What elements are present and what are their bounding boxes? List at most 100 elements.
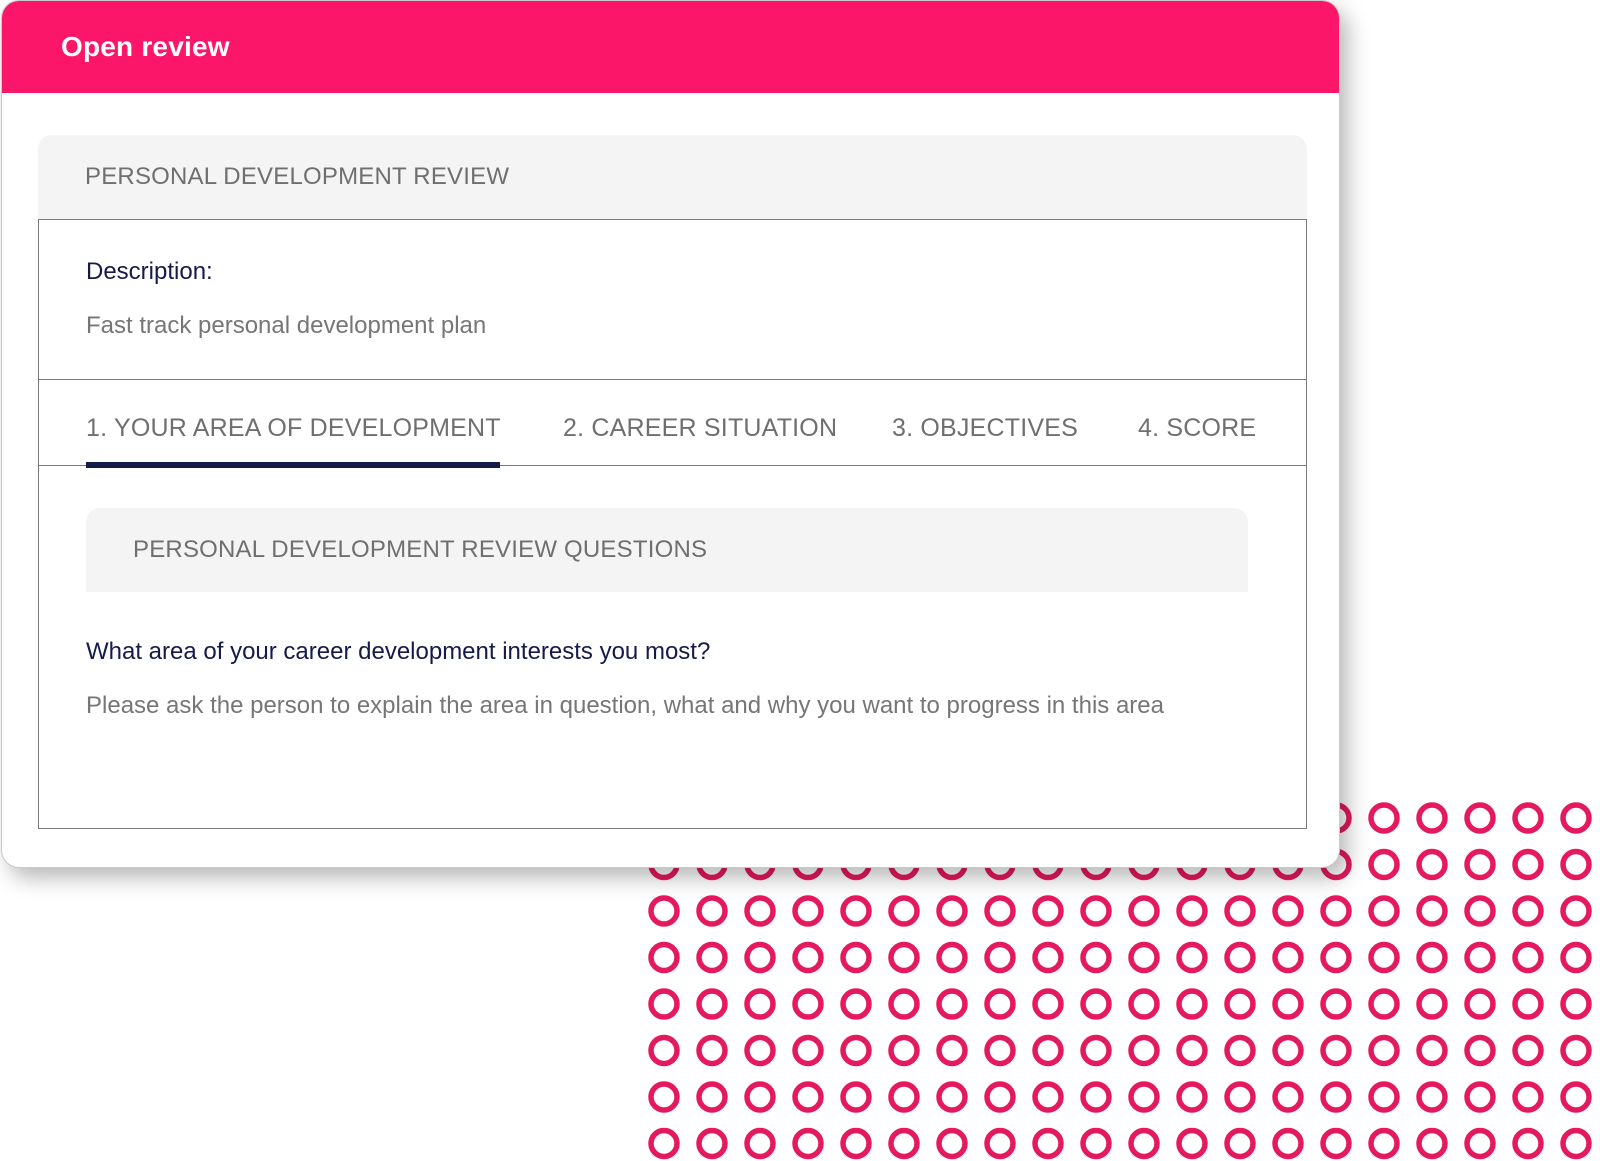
ring-icon	[1128, 895, 1160, 927]
ring-icon	[1416, 1081, 1448, 1113]
ring-icon	[1080, 1034, 1112, 1067]
ring-icon	[648, 1081, 680, 1113]
description-value: Fast track personal development plan	[86, 312, 487, 339]
ring-icon	[1464, 1127, 1496, 1160]
ring-icon	[1320, 1034, 1352, 1067]
tab-career-situation[interactable]: 2. CAREER SITUATION	[563, 414, 837, 443]
ring-icon	[744, 1034, 776, 1067]
ring-icon	[1560, 895, 1592, 927]
tab-score[interactable]: 4. SCORE	[1138, 414, 1256, 443]
ring-icon	[1224, 1034, 1256, 1067]
ring-icon	[1560, 802, 1592, 834]
ring-icon	[1272, 941, 1304, 974]
ring-icon	[1224, 1081, 1256, 1113]
open-review-window: Open review PERSONAL DEVELOPMENT REVIEW …	[1, 0, 1340, 868]
ring-icon	[888, 988, 920, 1020]
ring-icon	[1320, 941, 1352, 974]
ring-icon	[1560, 1081, 1592, 1113]
window-title: Open review	[61, 31, 230, 62]
ring-icon	[696, 895, 728, 927]
ring-icon	[1224, 941, 1256, 974]
review-panel-body: Description: Fast track personal develop…	[38, 219, 1307, 829]
ring-icon	[1512, 802, 1544, 834]
ring-icon	[1272, 895, 1304, 927]
ring-icon	[648, 988, 680, 1020]
review-tabs: 1. YOUR AREA OF DEVELOPMENT 2. CAREER SI…	[39, 380, 1306, 468]
ring-icon	[744, 988, 776, 1020]
ring-icon	[1224, 988, 1256, 1020]
ring-icon	[1032, 1081, 1064, 1113]
ring-icon	[792, 988, 824, 1020]
ring-icon	[792, 895, 824, 927]
ring-icon	[1560, 988, 1592, 1020]
review-panel: PERSONAL DEVELOPMENT REVIEW Description:…	[38, 135, 1307, 829]
ring-icon	[1512, 941, 1544, 974]
ring-icon	[696, 988, 728, 1020]
ring-icon	[1512, 1081, 1544, 1113]
ring-icon	[1080, 1127, 1112, 1160]
ring-icon	[1560, 848, 1592, 881]
ring-icon	[1512, 895, 1544, 927]
ring-icon	[888, 941, 920, 974]
ring-icon	[1560, 1127, 1592, 1160]
ring-icon	[1512, 1127, 1544, 1160]
ring-icon	[1416, 941, 1448, 974]
ring-icon	[648, 895, 680, 927]
ring-icon	[648, 1127, 680, 1160]
ring-icon	[696, 1081, 728, 1113]
ring-icon	[696, 1127, 728, 1160]
review-panel-title: PERSONAL DEVELOPMENT REVIEW	[85, 163, 510, 190]
description-label: Description:	[86, 258, 213, 285]
ring-icon	[792, 1034, 824, 1067]
ring-icon	[648, 1034, 680, 1067]
ring-icon	[1128, 1127, 1160, 1160]
ring-icon	[1560, 941, 1592, 974]
ring-icon	[984, 1081, 1016, 1113]
ring-icon	[1272, 1127, 1304, 1160]
ring-icon	[1032, 941, 1064, 974]
ring-icon	[1368, 802, 1400, 834]
ring-icon	[1272, 1034, 1304, 1067]
ring-icon	[1416, 1034, 1448, 1067]
ring-icon	[696, 1034, 728, 1067]
ring-icon	[1368, 1127, 1400, 1160]
ring-icon	[1080, 1081, 1112, 1113]
ring-icon	[648, 941, 680, 974]
ring-icon	[1176, 1081, 1208, 1113]
ring-icon	[792, 1081, 824, 1113]
ring-icon	[888, 895, 920, 927]
ring-icon	[1320, 1081, 1352, 1113]
ring-icon	[744, 941, 776, 974]
ring-icon	[1320, 895, 1352, 927]
ring-icon	[1464, 1081, 1496, 1113]
ring-icon	[936, 895, 968, 927]
ring-icon	[1416, 1127, 1448, 1160]
ring-icon	[1128, 1081, 1160, 1113]
tab-objectives[interactable]: 3. OBJECTIVES	[892, 414, 1078, 443]
ring-icon	[984, 895, 1016, 927]
ring-icon	[744, 1081, 776, 1113]
ring-icon	[1128, 941, 1160, 974]
ring-icon	[936, 1081, 968, 1113]
questions-section-header: PERSONAL DEVELOPMENT REVIEW QUESTIONS	[86, 508, 1248, 592]
ring-icon	[1080, 895, 1112, 927]
ring-icon	[1128, 988, 1160, 1020]
ring-icon	[1176, 988, 1208, 1020]
tab-area-of-development[interactable]: 1. YOUR AREA OF DEVELOPMENT	[86, 414, 501, 443]
ring-icon	[984, 1034, 1016, 1067]
ring-icon	[984, 941, 1016, 974]
window-header: Open review	[2, 1, 1339, 93]
ring-icon	[1224, 895, 1256, 927]
stage: Open review PERSONAL DEVELOPMENT REVIEW …	[0, 0, 1600, 1161]
ring-icon	[1464, 941, 1496, 974]
ring-icon	[744, 895, 776, 927]
ring-icon	[1080, 988, 1112, 1020]
ring-icon	[888, 1127, 920, 1160]
ring-icon	[1320, 1127, 1352, 1160]
active-tab-indicator	[86, 462, 500, 468]
ring-icon	[1368, 941, 1400, 974]
ring-icon	[936, 1127, 968, 1160]
ring-icon	[1464, 1034, 1496, 1067]
ring-icon	[1272, 988, 1304, 1020]
ring-icon	[1512, 988, 1544, 1020]
